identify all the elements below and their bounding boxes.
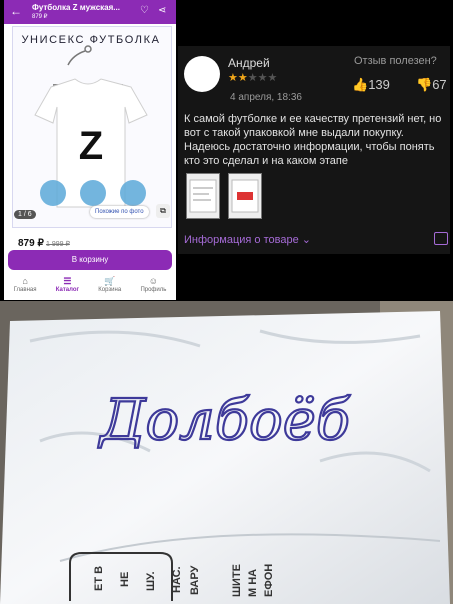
review-text: К самой футболке и ее качеству претензий… xyxy=(184,113,442,167)
package-photo: Долбоёб ЕТ В НЕ ШУ. НАС. ВАРУ ШИТЕ М НА … xyxy=(0,301,453,604)
useful-question: Отзыв полезен? xyxy=(354,55,437,67)
reviewer-name: Андрей xyxy=(228,56,270,70)
nav-item-cart[interactable]: 🛒 Корзина xyxy=(98,275,121,300)
cart-icon: 🛒 xyxy=(104,276,116,286)
header-price: 879 ₽ xyxy=(32,14,48,20)
shirt-letter: Z xyxy=(79,124,103,168)
product-banner: УНИСЕКС ФУТБОЛКА xyxy=(21,34,161,46)
package-text: ШУ. xyxy=(145,571,157,591)
star-empty-icon: ★ xyxy=(267,72,278,84)
home-icon: ⌂ xyxy=(22,276,28,286)
nav-label: Главная xyxy=(13,287,37,293)
star-filled-icon: ★ xyxy=(237,72,248,84)
review-photo-thumbnail[interactable] xyxy=(186,173,220,219)
bottom-navigation: ⌂ Главная ☰ Каталог 🛒 Корзина ☺ Профиль xyxy=(4,275,176,300)
review-photo-thumbnail[interactable] xyxy=(228,173,262,219)
nav-item-catalog[interactable]: ☰ Каталог xyxy=(56,275,79,300)
old-price: 1 999 ₽ xyxy=(46,241,70,248)
rating-stars: ★★★★★ xyxy=(228,71,277,84)
review-card: Андрей ★★★★★ 4 апреля, 18:36 Отзыв полез… xyxy=(178,46,450,254)
arrow-left-icon[interactable]: ← xyxy=(10,4,22,18)
chat-icon[interactable] xyxy=(434,232,448,245)
image-search-icon[interactable]: ⧉ xyxy=(156,204,170,218)
avatar xyxy=(184,56,220,92)
review-date: 4 апреля, 18:36 xyxy=(230,92,302,103)
dislike-count: 67 xyxy=(432,77,447,92)
product-info-label: Информация о товаре xyxy=(184,234,299,246)
star-filled-icon: ★ xyxy=(228,72,238,84)
tshirt-illustration: Z xyxy=(34,45,148,208)
like-button[interactable]: 👍139 xyxy=(352,77,390,93)
product-title: Футболка Z мужская... xyxy=(32,3,120,12)
plastic-package-illustration: Долбоёб ЕТ В НЕ ШУ. НАС. ВАРУ ШИТЕ М НА … xyxy=(0,301,453,604)
dislike-button[interactable]: 👎67 xyxy=(416,77,447,93)
nav-label: Каталог xyxy=(55,287,80,293)
star-empty-icon: ★ xyxy=(247,72,258,84)
marketplace-product-screen: ← Футболка Z мужская... 879 ₽ ♡ ⋖ Z УНИС… xyxy=(4,0,176,300)
package-text: ЕФОН xyxy=(263,564,275,597)
catalog-icon: ☰ xyxy=(63,276,72,286)
star-empty-icon: ★ xyxy=(257,72,268,84)
nav-item-home[interactable]: ⌂ Главная xyxy=(14,275,37,300)
nav-label: Корзина xyxy=(98,287,122,293)
product-image[interactable]: Z xyxy=(12,26,172,228)
handwritten-word: Долбоёб xyxy=(97,388,351,453)
thumbs-down-icon: 👎 xyxy=(416,77,433,92)
profile-icon: ☺ xyxy=(148,276,158,286)
chevron-down-icon: ⌄ xyxy=(301,234,311,246)
thumbs-up-icon: 👍 xyxy=(352,77,369,92)
package-text: М НА xyxy=(247,569,259,597)
similar-by-photo-button[interactable]: Похожие по фото xyxy=(90,206,149,218)
package-text: НЕ xyxy=(119,572,131,587)
product-header: ← Футболка Z мужская... 879 ₽ ♡ ⋖ xyxy=(4,0,176,24)
package-text: ЕТ В xyxy=(93,566,105,591)
heart-icon[interactable]: ♡ xyxy=(140,5,149,16)
like-count: 139 xyxy=(368,77,390,92)
product-info-link[interactable]: Информация о товаре ⌄ xyxy=(184,233,311,246)
current-price: 879 ₽ xyxy=(18,238,44,249)
nav-item-profile[interactable]: ☺ Профиль xyxy=(140,275,166,300)
image-counter: 1 / 6 xyxy=(14,210,36,219)
nav-label: Профиль xyxy=(140,287,167,293)
package-text: ВАРУ xyxy=(189,565,201,595)
share-icon[interactable]: ⋖ xyxy=(158,5,166,16)
add-to-cart-button[interactable]: В корзину xyxy=(8,250,172,270)
package-text: ШИТЕ xyxy=(231,564,243,597)
